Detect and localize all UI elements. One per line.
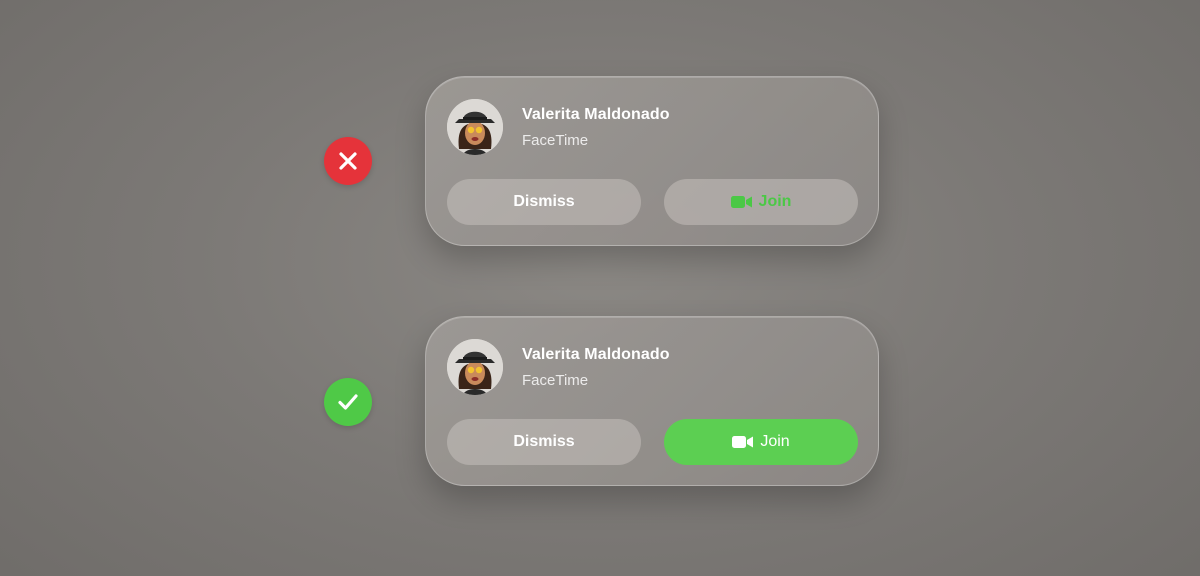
join-label: Join [760,433,790,450]
video-camera-icon [732,435,754,449]
facetime-notification-incorrect: Valerita Maldonado FaceTime Dismiss Join [425,76,879,246]
caller-app: FaceTime [522,372,589,389]
join-button[interactable]: Join [664,419,858,465]
memoji-avatar-icon [447,339,503,395]
caller-avatar [447,339,503,395]
caller-avatar [447,99,503,155]
join-button[interactable]: Join [664,179,858,225]
dismiss-button[interactable]: Dismiss [447,179,641,225]
caller-name: Valerita Maldonado [522,106,670,123]
video-camera-icon [730,195,753,209]
join-label: Join [758,193,792,210]
caller-app: FaceTime [522,132,589,149]
correct-marker [324,378,372,426]
checkmark-icon [338,394,358,410]
x-mark-icon [339,152,357,170]
caller-name: Valerita Maldonado [522,346,670,363]
facetime-notification-correct: Valerita Maldonado FaceTime Dismiss Join [425,316,879,486]
memoji-avatar-icon [447,99,503,155]
incorrect-marker [324,137,372,185]
dismiss-button[interactable]: Dismiss [447,419,641,465]
